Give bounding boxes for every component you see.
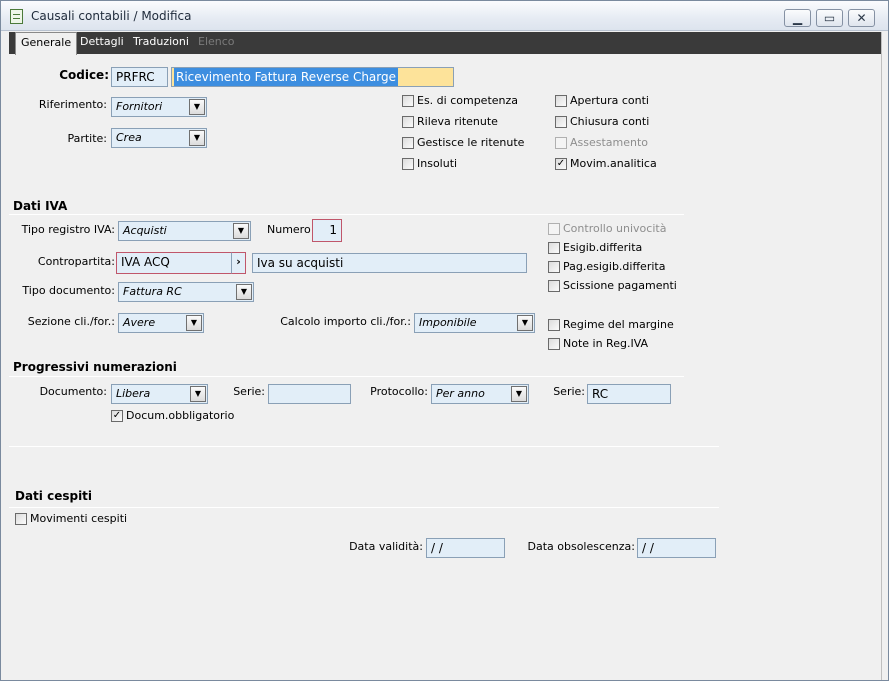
tipo-registro-select[interactable]: Acquisti ▼: [118, 221, 251, 241]
numero-field[interactable]: 1: [312, 219, 342, 242]
protocollo-label: Protocollo:: [370, 385, 428, 398]
serie-field[interactable]: [268, 384, 351, 404]
riferimento-value: Fornitori: [116, 100, 163, 113]
tipo-registro-value: Acquisti: [123, 224, 167, 237]
checkbox-box[interactable]: [548, 319, 560, 331]
calcolo-label: Calcolo importo cli./for.:: [280, 315, 411, 328]
checkbox-box: [548, 223, 560, 235]
tipo-registro-label: Tipo registro IVA:: [21, 223, 115, 236]
divider: [9, 376, 684, 377]
tipo-documento-label: Tipo documento:: [22, 284, 115, 297]
tipo-documento-value: Fattura RC: [123, 285, 182, 298]
window-title: Causali contabili / Modifica: [31, 9, 192, 23]
chevron-down-icon[interactable]: ▼: [517, 315, 533, 331]
documento-label: Documento:: [39, 385, 107, 398]
chevron-down-icon[interactable]: ▼: [233, 223, 249, 239]
document-icon: [10, 9, 23, 24]
minimize-button[interactable]: ▁: [784, 9, 811, 27]
descrizione-text: Ricevimento Fattura Reverse Charge: [174, 68, 399, 86]
zoom-button[interactable]: ›: [231, 252, 246, 274]
maximize-button[interactable]: ▭: [816, 9, 843, 27]
calcolo-select[interactable]: Imponibile ▼: [414, 313, 535, 333]
riferimento-select[interactable]: Fornitori ▼: [111, 97, 207, 117]
codice-field[interactable]: PRFRC: [111, 67, 168, 87]
numero-label: Numero:: [267, 223, 315, 236]
tab-traduzioni[interactable]: Traduzioni: [128, 32, 194, 54]
checkbox-box[interactable]: [402, 116, 414, 128]
chevron-down-icon[interactable]: ▼: [189, 130, 205, 146]
documento-value: Libera: [116, 387, 151, 400]
panel-border: [881, 32, 882, 680]
documento-select[interactable]: Libera ▼: [111, 384, 208, 404]
tab-bar: Generale Dettagli Traduzioni Elenco: [9, 32, 881, 55]
progressivi-title: Progressivi numerazioni: [13, 360, 177, 374]
data-obsolescenza-label: Data obsolescenza:: [527, 540, 636, 553]
data-validita-field[interactable]: / /: [426, 538, 505, 558]
checkbox-box[interactable]: [548, 242, 560, 254]
window: Causali contabili / Modifica ▁ ▭ ✕ Gener…: [0, 0, 889, 681]
contropartita-desc-field[interactable]: Iva su acquisti: [252, 253, 527, 273]
sezione-select[interactable]: Avere ▼: [118, 313, 204, 333]
checkbox-box[interactable]: [555, 116, 567, 128]
close-button[interactable]: ✕: [848, 9, 875, 27]
checkbox-box[interactable]: [402, 95, 414, 107]
serie-label: Serie:: [233, 385, 265, 398]
checkbox-box[interactable]: [555, 95, 567, 107]
calcolo-value: Imponibile: [419, 316, 477, 329]
contropartita-code-field[interactable]: IVA ACQ: [116, 252, 232, 274]
protocollo-select[interactable]: Per anno ▼: [431, 384, 529, 404]
tipo-documento-select[interactable]: Fattura RC ▼: [118, 282, 254, 302]
chevron-down-icon[interactable]: ▼: [236, 284, 252, 300]
checkbox-box[interactable]: [548, 261, 560, 273]
checkbox-box: [555, 137, 567, 149]
sezione-value: Avere: [123, 316, 156, 329]
partite-select[interactable]: Crea ▼: [111, 128, 207, 148]
checkbox-box[interactable]: [15, 513, 27, 525]
serie2-field[interactable]: RC: [587, 384, 671, 404]
chevron-down-icon[interactable]: ▼: [186, 315, 202, 331]
riferimento-label: Riferimento:: [38, 98, 107, 111]
contropartita-label: Contropartita:: [37, 255, 115, 268]
sezione-label: Sezione cli./for.:: [27, 315, 115, 328]
checkbox-box[interactable]: [402, 158, 414, 170]
checkbox-box[interactable]: [402, 137, 414, 149]
check-icon[interactable]: ✓: [555, 158, 567, 170]
dati-iva-title: Dati IVA: [13, 199, 68, 213]
partite-label: Partite:: [67, 132, 107, 145]
data-obsolescenza-field[interactable]: / /: [637, 538, 716, 558]
protocollo-value: Per anno: [436, 387, 485, 400]
cespiti-title: Dati cespiti: [15, 489, 93, 503]
partite-value: Crea: [116, 131, 142, 144]
divider: [9, 507, 719, 508]
descrizione-field[interactable]: Ricevimento Fattura Reverse Charge: [171, 67, 454, 87]
chevron-down-icon[interactable]: ▼: [190, 386, 206, 402]
tab-dettagli[interactable]: Dettagli: [75, 32, 129, 54]
checkbox-box[interactable]: [548, 338, 560, 350]
title-bar: Causali contabili / Modifica ▁ ▭ ✕: [1, 1, 888, 31]
tab-elenco: Elenco: [198, 35, 235, 48]
tab-generale[interactable]: Generale: [15, 32, 78, 55]
checkbox-box[interactable]: [548, 280, 560, 292]
check-icon[interactable]: ✓: [111, 410, 123, 422]
chevron-down-icon[interactable]: ▼: [511, 386, 527, 402]
serie2-label: Serie:: [553, 385, 585, 398]
chevron-down-icon[interactable]: ▼: [189, 99, 205, 115]
divider: [9, 446, 719, 447]
codice-label: Codice:: [59, 68, 109, 82]
divider: [9, 214, 684, 215]
data-validita-label: Data validità:: [349, 540, 423, 553]
